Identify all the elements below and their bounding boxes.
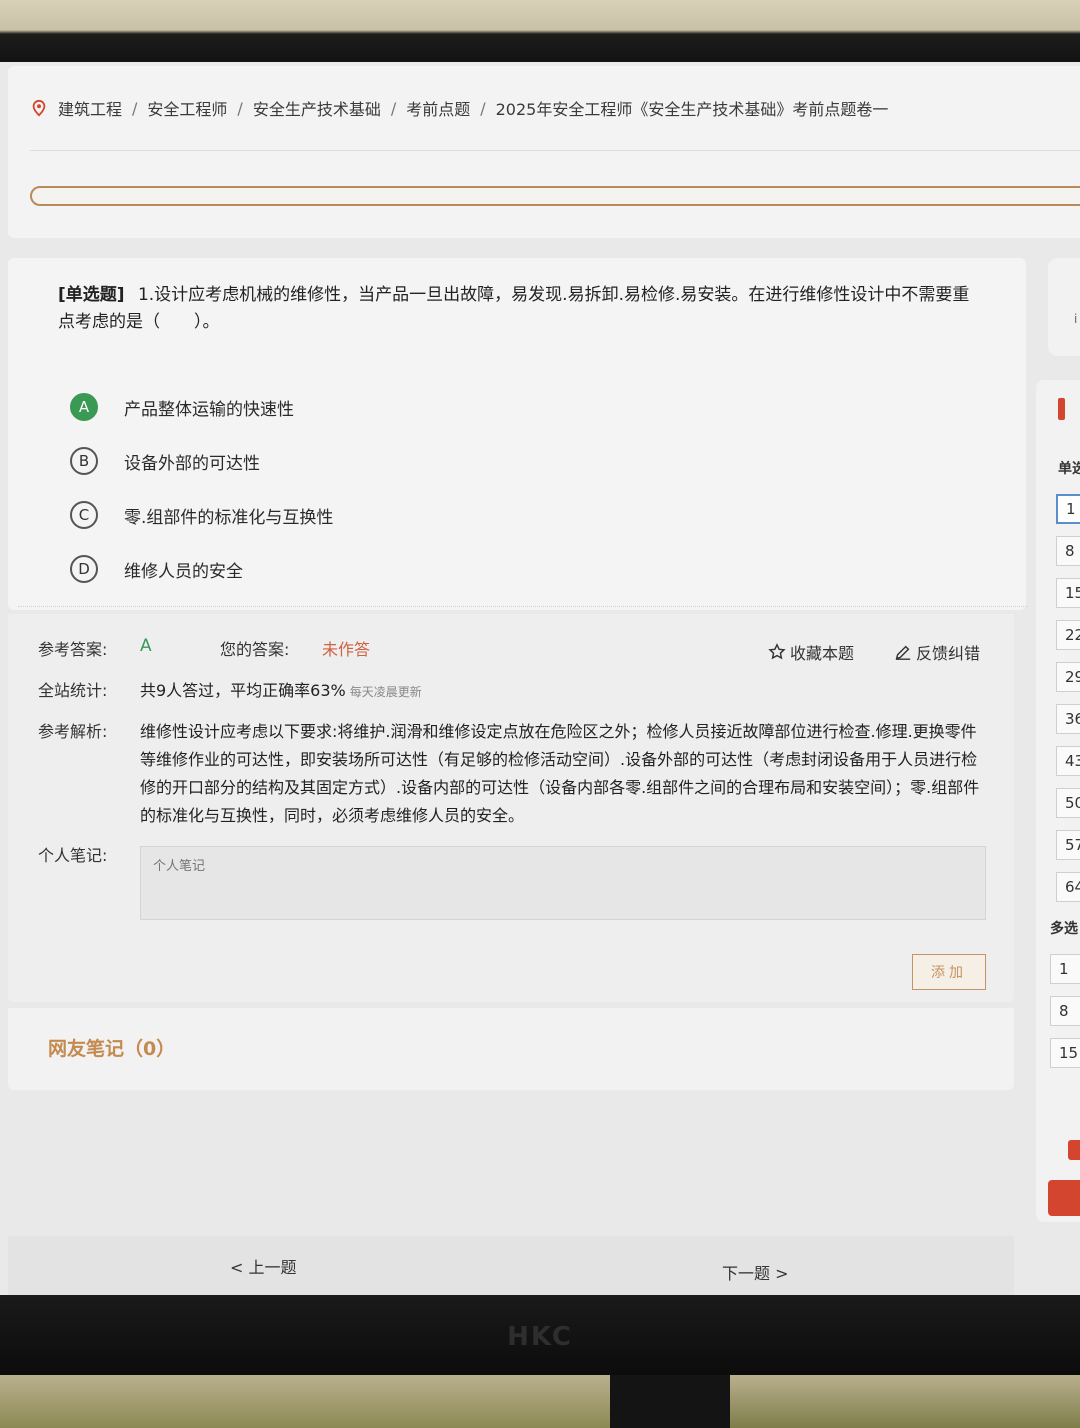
- breadcrumb-item-5: 2025年安全工程师《安全生产技术基础》考前点题卷一: [495, 100, 889, 119]
- breadcrumb-card: 建筑工程 / 安全工程师 / 安全生产技术基础 / 考前点题 / 2025年安全…: [8, 66, 1080, 238]
- answer-sheet-item[interactable]: 1: [1050, 954, 1080, 984]
- option-d-text: 维修人员的安全: [124, 561, 243, 582]
- answer-sheet-item[interactable]: 15: [1050, 1038, 1080, 1068]
- option-b-circle[interactable]: B: [70, 447, 98, 475]
- breadcrumb-separator: /: [390, 98, 397, 118]
- breadcrumb-separator: /: [132, 98, 138, 118]
- desk-surface: [730, 1375, 1080, 1428]
- feedback-button[interactable]: 反馈纠错: [894, 640, 980, 664]
- side-info-text: i: [1074, 312, 1078, 326]
- favorite-button[interactable]: 收藏本题: [768, 640, 854, 664]
- answer-sheet-panel: 单选 1 8 15 22 29 36 43 50 57 64 多选 1 8 15: [1036, 380, 1080, 1222]
- single-choice-section-label: 单选: [1058, 461, 1080, 477]
- ref-answer-value: A: [140, 636, 152, 656]
- submit-button[interactable]: [1048, 1180, 1080, 1216]
- answer-sheet-item[interactable]: 64: [1056, 872, 1080, 902]
- multi-choice-section-label: 多选: [1050, 921, 1078, 937]
- breadcrumb: 建筑工程 / 安全工程师 / 安全生产技术基础 / 考前点题 / 2025年安全…: [30, 96, 888, 120]
- answer-sheet-item[interactable]: 36: [1056, 704, 1080, 734]
- feedback-label: 反馈纠错: [916, 644, 981, 663]
- your-answer-label: 您的答案:: [220, 640, 290, 659]
- next-label: 下一题: [722, 1264, 771, 1283]
- answer-sheet-item[interactable]: 1: [1056, 494, 1080, 524]
- breadcrumb-item-1[interactable]: 建筑工程: [58, 96, 122, 120]
- question-type: [单选题]: [58, 285, 125, 305]
- community-notes-label[interactable]: 网友笔记（0）: [48, 1034, 175, 1061]
- breadcrumb-separator: /: [237, 98, 243, 118]
- answer-sheet-item[interactable]: 8: [1050, 996, 1080, 1026]
- side-info-panel: i: [1048, 258, 1080, 356]
- chevron-right-icon: >: [770, 1264, 789, 1283]
- note-input[interactable]: [140, 846, 986, 920]
- option-c-circle[interactable]: C: [70, 501, 98, 529]
- analysis-label: 参考解析:: [38, 722, 108, 741]
- option-b[interactable]: B 设备外部的可达性: [70, 434, 333, 488]
- location-pin-icon: [32, 99, 46, 117]
- progress-bar: [30, 186, 1080, 206]
- ref-answer-label: 参考答案:: [38, 640, 108, 659]
- answer-sheet-item[interactable]: 15: [1056, 578, 1080, 608]
- monitor-bezel-top: [0, 0, 1080, 62]
- desk-surface: [0, 1375, 610, 1428]
- option-c-text: 零.组部件的标准化与互换性: [124, 507, 334, 528]
- answer-sheet-item[interactable]: 22: [1056, 620, 1080, 650]
- answer-sheet-item[interactable]: 57: [1056, 830, 1080, 860]
- option-a-text: 产品整体运输的快速性: [124, 399, 294, 420]
- monitor-stand: [610, 1375, 730, 1428]
- option-a-circle[interactable]: A: [70, 393, 98, 421]
- monitor-brand-logo: HKC: [507, 1322, 573, 1352]
- answer-sheet-marker: [1058, 398, 1065, 420]
- question-text-block: [单选题] 1.设计应考虑机械的维修性，当产品一旦出故障，易发现.易拆卸.易检修…: [58, 282, 978, 336]
- answer-sheet-item[interactable]: 29: [1056, 662, 1080, 692]
- option-list: A 产品整体运输的快速性 B 设备外部的可达性 C 零.组部件的标准化与互换性 …: [70, 380, 333, 596]
- breadcrumb-separator: /: [480, 98, 486, 118]
- stats-label: 全站统计:: [38, 681, 108, 700]
- note-label: 个人笔记:: [38, 846, 108, 865]
- answer-card: 参考答案: A 您的答案: 未作答 收藏本题 反馈纠错 全站统计: 共9人答过，…: [8, 614, 1014, 1002]
- question-nav-bar: < 上一题 下一题 >: [8, 1236, 1014, 1295]
- screen: 建筑工程 / 安全工程师 / 安全生产技术基础 / 考前点题 / 2025年安全…: [0, 62, 1080, 1295]
- answer-sheet-item[interactable]: 8: [1056, 536, 1080, 566]
- option-a[interactable]: A 产品整体运输的快速性: [70, 380, 333, 434]
- option-b-text: 设备外部的可达性: [124, 453, 260, 474]
- breadcrumb-item-2[interactable]: 安全工程师: [147, 96, 227, 120]
- your-answer-value: 未作答: [322, 640, 371, 659]
- add-note-button[interactable]: 添加: [912, 954, 986, 990]
- next-question-button[interactable]: 下一题 >: [722, 1260, 789, 1284]
- prev-label: 上一题: [248, 1258, 297, 1277]
- divider: [30, 150, 1080, 151]
- stats-text: 共9人答过，平均正确率63%: [140, 681, 346, 700]
- stats-text-block: 共9人答过，平均正确率63% 每天凌晨更新: [140, 677, 422, 701]
- edit-icon: [895, 645, 911, 660]
- question-text: 1.设计应考虑机械的维修性，当产品一旦出故障，易发现.易拆卸.易检修.易安装。在…: [58, 285, 970, 332]
- chevron-left-icon: <: [230, 1258, 249, 1277]
- option-c[interactable]: C 零.组部件的标准化与互换性: [70, 488, 333, 542]
- breadcrumb-item-4[interactable]: 考前点题: [406, 96, 470, 120]
- prev-question-button[interactable]: < 上一题: [230, 1254, 297, 1278]
- option-d[interactable]: D 维修人员的安全: [70, 542, 333, 596]
- answer-sheet-item[interactable]: 50: [1056, 788, 1080, 818]
- stats-note: 每天凌晨更新: [349, 685, 422, 699]
- legend-marker: [1068, 1140, 1080, 1160]
- question-card: [单选题] 1.设计应考虑机械的维修性，当产品一旦出故障，易发现.易拆卸.易检修…: [8, 258, 1028, 610]
- answer-sheet-item[interactable]: 43: [1056, 746, 1080, 776]
- dotted-divider: [18, 606, 1028, 607]
- community-notes-card: 网友笔记（0）: [8, 1008, 1014, 1090]
- breadcrumb-item-3[interactable]: 安全生产技术基础: [253, 96, 381, 120]
- option-d-circle[interactable]: D: [70, 555, 98, 583]
- analysis-text: 维修性设计应考虑以下要求:将维护.润滑和维修设定点放在危险区之外；检修人员接近故…: [140, 722, 980, 825]
- favorite-label: 收藏本题: [790, 644, 855, 663]
- star-icon: [768, 643, 786, 660]
